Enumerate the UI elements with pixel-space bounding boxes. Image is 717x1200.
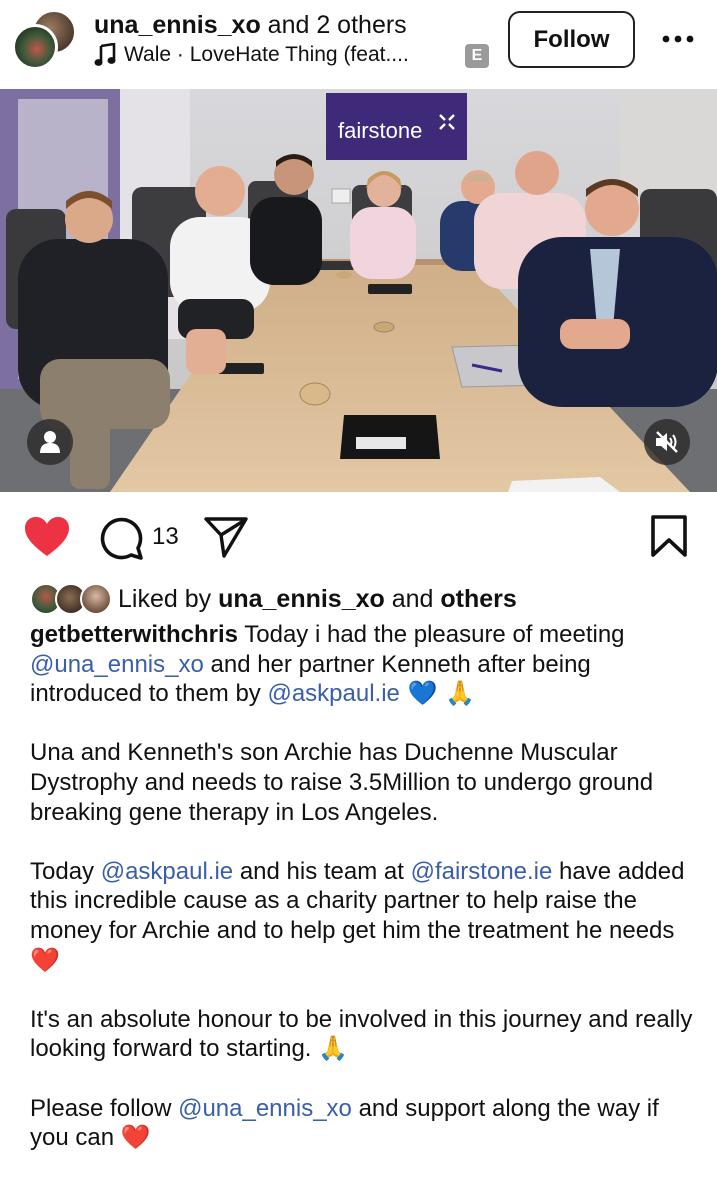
liked-by-user[interactable]: una_ennis_xo	[218, 585, 385, 613]
liked-by-middle: and	[384, 585, 441, 613]
caption-paragraph-1: getbetterwithchris Today i had the pleas…	[30, 620, 700, 709]
caption-paragraph-4: It's an absolute honour to be involved i…	[30, 1005, 700, 1064]
caption-paragraph-5: Please follow @una_ennis_xo and support …	[30, 1094, 700, 1153]
comment-count[interactable]: 13	[152, 522, 179, 552]
speaker-muted-icon[interactable]	[644, 419, 690, 465]
follow-button[interactable]: Follow	[508, 11, 635, 68]
avatar	[80, 583, 112, 615]
bookmark-icon[interactable]	[650, 514, 688, 558]
more-horizontal-icon[interactable]	[660, 24, 696, 54]
audio-attribution[interactable]: Wale · LoveHate Thing (feat....	[94, 41, 469, 69]
author-avatars[interactable]	[12, 10, 78, 70]
post-image[interactable]: fairstone	[0, 89, 717, 492]
caption-text: It's an absolute honour to be involved i…	[30, 1005, 693, 1063]
caption-paragraph-2: Una and Kenneth's son Archie has Duchenn…	[30, 739, 654, 826]
mention-link[interactable]: @una_ennis_xo	[178, 1095, 352, 1122]
author-line[interactable]: una_ennis_xo and 2 others	[94, 9, 407, 41]
caption-text: Today i had the pleasure of meeting	[238, 621, 625, 648]
comment-bubble-icon[interactable]	[100, 516, 144, 560]
liked-by-prefix: Liked by	[118, 585, 219, 613]
heart-filled-icon[interactable]	[24, 516, 70, 558]
caption-text: Please follow	[30, 1094, 179, 1122]
liked-by-row[interactable]: Liked by una_ennis_xo and others	[30, 580, 517, 618]
blue-heart-emoji: 💙	[399, 679, 438, 708]
mention-link[interactable]: @askpaul.ie	[267, 680, 399, 707]
red-heart-emoji: ❤️	[30, 945, 60, 974]
coauthors-text[interactable]: and 2 others	[261, 11, 407, 39]
author-username[interactable]: una_ennis_xo	[94, 11, 261, 39]
post-header: una_ennis_xo and 2 others Wale · LoveHat…	[0, 0, 717, 88]
audio-track-name[interactable]: Wale · LoveHate Thing (feat....	[124, 41, 469, 69]
red-heart-emoji: ❤️	[120, 1123, 151, 1152]
folded-hands-emoji: 🙏	[318, 1034, 349, 1063]
liked-by-others[interactable]: others	[440, 585, 516, 613]
liked-by-avatars	[30, 582, 112, 616]
caption-author[interactable]: getbetterwithchris	[30, 621, 238, 648]
liked-by-text[interactable]: Liked by una_ennis_xo and others	[118, 583, 517, 615]
avatar[interactable]	[12, 24, 58, 70]
music-note-icon	[94, 42, 116, 68]
sign-text: fairstone	[338, 118, 422, 143]
person-icon[interactable]	[27, 419, 73, 465]
mention-link[interactable]: @askpaul.ie	[101, 858, 233, 885]
action-bar: 13	[0, 500, 717, 574]
post-caption: getbetterwithchris Today i had the pleas…	[30, 620, 700, 1182]
folded-hands-emoji: 🙏	[437, 679, 475, 708]
caption-text: and his team at	[233, 857, 411, 885]
explicit-badge: E	[465, 44, 489, 68]
caption-text: Today	[30, 857, 101, 885]
mention-link[interactable]: @fairstone.ie	[411, 858, 553, 885]
mention-link[interactable]: @una_ennis_xo	[30, 651, 204, 678]
paper-plane-icon[interactable]	[204, 516, 248, 558]
caption-paragraph-3: Today @askpaul.ie and his team at @fairs…	[30, 857, 700, 975]
